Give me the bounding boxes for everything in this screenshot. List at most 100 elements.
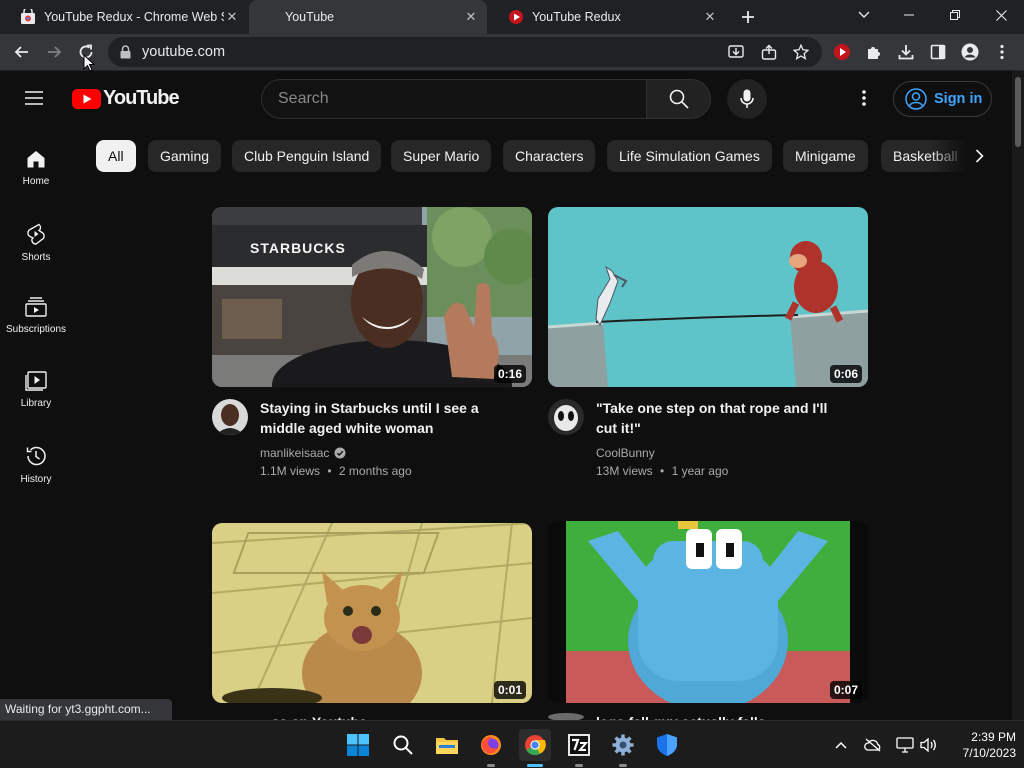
home-icon	[27, 151, 45, 168]
sidebar-item-shorts[interactable]: Shorts	[0, 215, 72, 279]
account-circle-icon	[905, 88, 927, 110]
close-window-button[interactable]	[978, 0, 1024, 30]
voice-search-button[interactable]	[727, 79, 767, 119]
onedrive-tray-button[interactable]	[863, 735, 883, 755]
channel-name[interactable]: CoolBunny	[596, 446, 655, 460]
close-tab-icon[interactable]: ✕	[463, 9, 479, 25]
kebab-menu-icon	[862, 90, 866, 106]
channel-avatar-image	[548, 399, 584, 435]
chip-all[interactable]: All	[96, 140, 136, 172]
video-title[interactable]: "Take one step on that rope and I'll cut…	[596, 398, 846, 438]
channel-avatar[interactable]	[212, 399, 248, 435]
scrollbar-thumb[interactable]	[1015, 77, 1021, 147]
chrome-icon	[525, 735, 546, 756]
volume-tray-button[interactable]	[918, 735, 938, 755]
taskbar-settings[interactable]	[607, 729, 639, 767]
start-button[interactable]	[342, 729, 374, 761]
chips-next-button[interactable]	[964, 142, 994, 170]
youtube-logo[interactable]: YouTube	[72, 87, 180, 110]
guide-menu-button[interactable]	[24, 88, 48, 112]
chip-characters[interactable]: Characters	[503, 140, 596, 172]
video-thumbnail[interactable]: 0:01	[212, 523, 532, 703]
bookmark-star-icon[interactable]	[793, 44, 809, 60]
sidebar-item-label: Library	[20, 398, 52, 409]
video-title[interactable]: lego fall guy actually falls	[596, 712, 846, 720]
settings-menu-button[interactable]	[862, 90, 866, 106]
channel-avatar-image	[212, 399, 248, 435]
sidebar-item-label: Shorts	[21, 252, 51, 263]
forward-button[interactable]	[40, 38, 68, 66]
youtube-redux-icon	[509, 10, 523, 24]
search-input[interactable]	[278, 90, 618, 108]
sidebar-item-subscriptions[interactable]: Subscriptions	[0, 289, 72, 353]
running-indicator	[575, 764, 583, 767]
taskbar-firefox[interactable]	[475, 729, 507, 767]
minimize-button[interactable]	[886, 0, 932, 30]
search-button[interactable]	[646, 79, 711, 119]
tab-youtube-redux-web-store[interactable]: YouTube Redux - Chrome Web Store ✕	[0, 0, 248, 34]
side-panel-button[interactable]	[924, 38, 952, 66]
address-bar[interactable]: youtube.com	[108, 37, 822, 67]
shield-icon	[657, 734, 677, 756]
cartoon-thumbnail-image	[548, 207, 868, 387]
extensions-button[interactable]	[860, 38, 888, 66]
hamburger-icon	[25, 91, 43, 105]
channel-name-row: manlikeisaac	[260, 446, 346, 460]
new-tab-button[interactable]	[736, 5, 760, 29]
youtube-redux-icon	[834, 44, 850, 60]
video-title[interactable]: Staying in Starbucks until I see a middl…	[260, 398, 510, 438]
tab-youtube-redux[interactable]: YouTube Redux ✕	[488, 0, 726, 34]
close-tab-icon[interactable]: ✕	[224, 9, 240, 25]
chip-super-mario[interactable]: Super Mario	[391, 140, 492, 172]
page-scrollbar[interactable]	[1012, 71, 1024, 720]
chrome-menu-button[interactable]	[988, 38, 1016, 66]
sign-in-button[interactable]: Sign in	[893, 81, 992, 117]
sidebar-item-history[interactable]: History	[0, 437, 72, 501]
video-thumbnail[interactable]: 0:07	[548, 521, 868, 703]
back-button[interactable]	[8, 38, 36, 66]
video-title[interactable]: ...ss on Youtube	[260, 712, 510, 720]
speaker-icon	[920, 737, 936, 753]
channel-avatar[interactable]	[548, 399, 584, 435]
youtube-redux-extension-button[interactable]	[828, 38, 856, 66]
taskbar-7zip[interactable]	[563, 729, 595, 767]
restore-button[interactable]	[932, 0, 978, 30]
tab-youtube[interactable]: YouTube ✕	[249, 0, 487, 34]
video-thumbnail[interactable]: 0:06	[548, 207, 868, 387]
chip-club-penguin-island[interactable]: Club Penguin Island	[232, 140, 382, 172]
taskbar-file-explorer[interactable]	[431, 729, 463, 761]
taskbar-windows-security[interactable]	[651, 729, 683, 761]
taskbar-search-button[interactable]	[387, 729, 419, 761]
share-icon[interactable]	[761, 44, 777, 60]
tab-search-button[interactable]	[852, 5, 876, 25]
taskbar-chrome[interactable]	[519, 729, 551, 767]
chip-gaming[interactable]: Gaming	[148, 140, 222, 172]
youtube-logo-text: YouTube	[103, 87, 180, 109]
video-metadata: 1.1M views • 2 months ago	[260, 464, 412, 478]
firefox-icon	[481, 735, 501, 755]
taskbar-clock[interactable]: 2:39 PM 7/10/2023	[940, 729, 1016, 761]
clock-date: 7/10/2023	[962, 746, 1016, 760]
sidebar-item-library[interactable]: Library	[0, 363, 72, 427]
search-icon	[669, 89, 689, 109]
channel-avatar[interactable]	[548, 713, 584, 720]
network-tray-button[interactable]	[895, 735, 915, 755]
downloads-button[interactable]	[892, 38, 920, 66]
sidebar-item-home[interactable]: Home	[0, 141, 72, 205]
show-hidden-icons-button[interactable]	[831, 735, 851, 755]
folder-icon	[436, 738, 458, 754]
chip-minigame[interactable]: Minigame	[783, 140, 868, 172]
profile-button[interactable]	[956, 38, 984, 66]
windows-taskbar: 2:39 PM 7/10/2023	[0, 720, 1024, 768]
verified-check-icon	[334, 447, 346, 459]
search-box	[261, 79, 647, 119]
chip-life-simulation-games[interactable]: Life Simulation Games	[607, 140, 772, 172]
video-thumbnail[interactable]: STARBUCKS 0:16	[212, 207, 532, 387]
channel-name[interactable]: manlikeisaac	[260, 446, 329, 460]
lock-icon	[120, 45, 131, 59]
upload-age: 2 months ago	[338, 464, 412, 478]
install-app-icon[interactable]	[728, 44, 744, 60]
close-tab-icon[interactable]: ✕	[702, 9, 718, 25]
channel-avatar-image	[548, 713, 584, 720]
windows-start-icon	[347, 734, 369, 756]
